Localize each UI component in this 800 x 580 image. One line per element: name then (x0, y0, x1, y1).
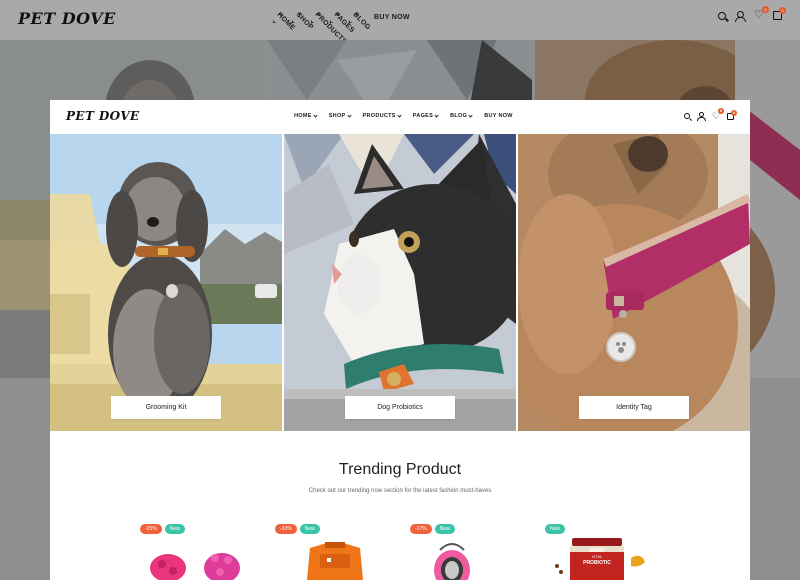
bg-nav-shop: SHOP (295, 11, 314, 31)
trending-title: Trending Product (338, 461, 462, 478)
bg-nav-products: PRODUCTS (314, 11, 348, 46)
new-badge: New (299, 524, 320, 534)
bg-nav-blog: BLOG (352, 11, 372, 31)
nav-item-label: SHOP (328, 113, 346, 119)
orange-vest-image (307, 542, 363, 580)
nav-item-label: BLOG (450, 113, 468, 119)
site-logo[interactable]: PET DOVE (66, 109, 140, 123)
product-tags: -17% New (410, 524, 455, 534)
identity-tag-button[interactable]: Identity Tag (579, 396, 689, 419)
dog-pink-collar-image (518, 134, 750, 431)
chevron-down-icon (468, 112, 473, 118)
user-icon[interactable] (697, 112, 706, 121)
bg-nav-home: HOME (276, 11, 296, 32)
product-card-2[interactable]: -33% New (275, 520, 395, 580)
hero-banners: Grooming Kit Dog Probiotics Identity Tag (50, 134, 750, 431)
header-icons: ♡ 0 0 (684, 108, 737, 121)
bg-nav: HOME SHOP PRODUCTS PAGES BLOG BUY NOW (276, 11, 410, 46)
bg-wishlist-count: 0 (762, 6, 769, 13)
trending-products: -25% New -33% New -17% New New MARU VITA… (50, 520, 750, 580)
nav-item-label: PRODUCTS (362, 113, 396, 119)
nav-item-label: HOME (294, 113, 312, 119)
main-nav: HOME SHOP PRODUCTS PAGES BLOG BUY NOW (294, 112, 513, 119)
bg-nav-buy-now: BUY NOW (374, 14, 410, 21)
product-card-3[interactable]: -17% New (410, 520, 530, 580)
product-card-4[interactable]: New MARU VITAL PROBIOTIC (545, 520, 665, 580)
new-badge: New (434, 524, 455, 534)
probiotic-label: MARU VITAL PROBIOTIC (575, 548, 619, 566)
hero-panel-identity-tag[interactable]: Identity Tag (518, 134, 750, 431)
bg-header: PET DOVE HOME SHOP PRODUCTS PAGES BLOG B… (0, 0, 800, 46)
bg-cart-count: 0 (779, 7, 786, 14)
bg-logo: PET DOVE (18, 9, 116, 28)
product-card-1[interactable]: -25% New (140, 520, 260, 580)
nav-item-label: PAGES (412, 113, 434, 119)
hero-panel-grooming[interactable]: Grooming Kit (50, 134, 282, 431)
chevron-down-icon (346, 112, 352, 118)
discount-badge: -25% (140, 524, 162, 534)
chevron-down-icon (313, 112, 318, 118)
new-badge: New (164, 524, 185, 534)
nav-item-buy-now[interactable]: BUY NOW (484, 113, 513, 119)
chevron-down-icon (434, 112, 439, 118)
bg-heart-icon: 0 (754, 6, 769, 21)
bg-bag-icon: 0 (773, 7, 786, 20)
cat-image (284, 134, 516, 431)
search-icon[interactable] (684, 113, 690, 119)
cart-count-badge: 0 (731, 109, 737, 116)
dog-on-truck-image (50, 134, 282, 431)
site-header: PET DOVE HOME SHOP PRODUCTS PAGES BLOG B… (50, 100, 750, 134)
nav-item-shop[interactable]: SHOP (328, 112, 352, 119)
bg-search-icon (718, 12, 726, 20)
product-tags: -25% New (140, 524, 185, 534)
discount-badge: -17% (410, 524, 432, 534)
wishlist-count-badge: 0 (718, 108, 724, 114)
pink-toys-image (150, 553, 240, 580)
dog-probiotics-button[interactable]: Dog Probiotics (345, 396, 455, 419)
bag-icon[interactable]: 0 (727, 109, 737, 120)
nav-item-label: BUY NOW (484, 113, 513, 119)
bg-header-icons: 0 0 (718, 6, 786, 22)
product-tags: -33% New (275, 524, 320, 534)
nav-item-home[interactable]: HOME (294, 112, 318, 119)
pink-carrier-image (434, 543, 470, 580)
new-badge: New (545, 524, 566, 534)
hero-panel-probiotics[interactable]: Dog Probiotics (284, 134, 516, 431)
discount-badge: -33% (275, 524, 297, 534)
bg-user-icon (735, 11, 746, 22)
grooming-kit-button[interactable]: Grooming Kit (111, 396, 221, 419)
bg-nav-pages: PAGES (333, 11, 356, 34)
trending-subtitle: Check out our trending now section for t… (308, 488, 492, 494)
product-tags: New (545, 524, 566, 534)
storefront-page: PET DOVE HOME SHOP PRODUCTS PAGES BLOG B… (50, 100, 750, 580)
chevron-down-icon (397, 112, 402, 118)
nav-item-blog[interactable]: BLOG (450, 112, 473, 119)
nav-item-products[interactable]: PRODUCTS (362, 112, 402, 119)
nav-item-pages[interactable]: PAGES (412, 112, 439, 119)
heart-icon[interactable]: ♡ 0 (712, 108, 724, 121)
probiotic-line2: PROBIOTIC (583, 560, 611, 566)
